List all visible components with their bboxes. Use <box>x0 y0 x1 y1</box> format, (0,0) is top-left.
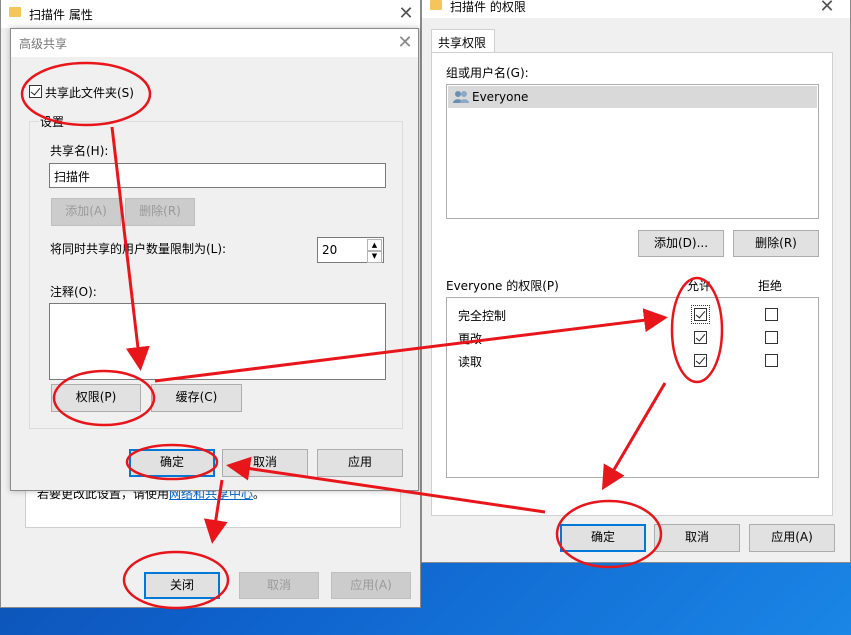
permissions-listbox: 完全控制 更改 读取 <box>446 297 819 478</box>
properties-apply-button[interactable]: 应用(A) <box>331 572 411 599</box>
properties-cancel-button[interactable]: 取消 <box>239 572 319 599</box>
properties-close-icon[interactable]: ✕ <box>395 3 417 25</box>
properties-title: 扫描件 属性 <box>29 8 93 22</box>
full-control-deny-checkbox[interactable] <box>765 308 778 321</box>
user-limit-label: 将同时共享的用户数量限制为(L): <box>50 242 227 256</box>
permissions-ok-button[interactable]: 确定 <box>560 524 646 552</box>
allow-header: 允许 <box>687 279 712 293</box>
folder-icon <box>9 7 21 17</box>
table-row: 读取 <box>447 351 818 373</box>
permissions-apply-button[interactable]: 应用(A) <box>749 524 835 552</box>
deny-header: 拒绝 <box>758 279 783 293</box>
change-allow-checkbox[interactable] <box>694 331 707 344</box>
advanced-share-title: 高级共享 <box>19 37 68 51</box>
remove-user-button[interactable]: 删除(R) <box>733 230 819 257</box>
share-folder-checkbox[interactable] <box>29 85 42 98</box>
cache-button[interactable]: 缓存(C) <box>151 384 242 412</box>
permissions-cancel-button[interactable]: 取消 <box>654 524 740 552</box>
table-row: 更改 <box>447 328 818 350</box>
share-name-label: 共享名(H): <box>50 144 109 158</box>
advanced-share-dialog: 高级共享 ✕ 共享此文件夹(S) 设置 共享名(H): 扫描件 添加(A) 删除… <box>10 28 419 491</box>
advanced-ok-button[interactable]: 确定 <box>129 449 215 477</box>
permissions-title: 扫描件 的权限 <box>450 0 526 14</box>
properties-titlebar: 扫描件 属性 ✕ <box>1 0 420 28</box>
read-deny-checkbox[interactable] <box>765 354 778 367</box>
change-deny-checkbox[interactable] <box>765 331 778 344</box>
list-item[interactable]: Everyone <box>448 86 817 108</box>
users-listbox[interactable]: Everyone <box>446 84 819 219</box>
add-share-button[interactable]: 添加(A) <box>51 198 121 226</box>
permissions-titlebar: 扫描件 的权限 ✕ <box>422 0 850 18</box>
comment-textarea[interactable] <box>49 303 386 380</box>
advanced-cancel-button[interactable]: 取消 <box>222 449 308 477</box>
spin-down-icon[interactable]: ▼ <box>367 250 382 263</box>
share-permissions-tab[interactable]: 共享权限 <box>431 29 495 53</box>
permissions-header: Everyone 的权限(P) <box>446 279 559 293</box>
share-name-input[interactable]: 扫描件 <box>49 163 386 188</box>
comment-label: 注释(O): <box>50 285 97 299</box>
permissions-button[interactable]: 权限(P) <box>51 384 141 412</box>
table-row: 完全控制 <box>447 305 818 327</box>
settings-label: 设置 <box>39 113 66 130</box>
permissions-dialog: 扫描件 的权限 ✕ 共享权限 组或用户名(G): Everyone 添加(D).… <box>421 0 851 563</box>
read-allow-checkbox[interactable] <box>694 354 707 367</box>
advanced-share-close-icon[interactable]: ✕ <box>394 32 416 54</box>
advanced-apply-button[interactable]: 应用 <box>317 449 403 477</box>
add-user-button[interactable]: 添加(D)... <box>638 230 724 257</box>
permissions-close-icon[interactable]: ✕ <box>816 0 838 18</box>
advanced-share-titlebar: 高级共享 ✕ <box>11 29 418 57</box>
remove-share-button[interactable]: 删除(R) <box>125 198 195 226</box>
properties-close-button[interactable]: 关闭 <box>144 572 220 599</box>
share-folder-label[interactable]: 共享此文件夹(S) <box>45 84 134 101</box>
folder-icon <box>430 0 442 10</box>
users-icon <box>453 90 469 103</box>
group-users-label: 组或用户名(G): <box>446 66 529 80</box>
full-control-allow-checkbox[interactable] <box>691 305 710 324</box>
user-limit-spinner[interactable]: 20 ▲ ▼ <box>317 237 384 263</box>
